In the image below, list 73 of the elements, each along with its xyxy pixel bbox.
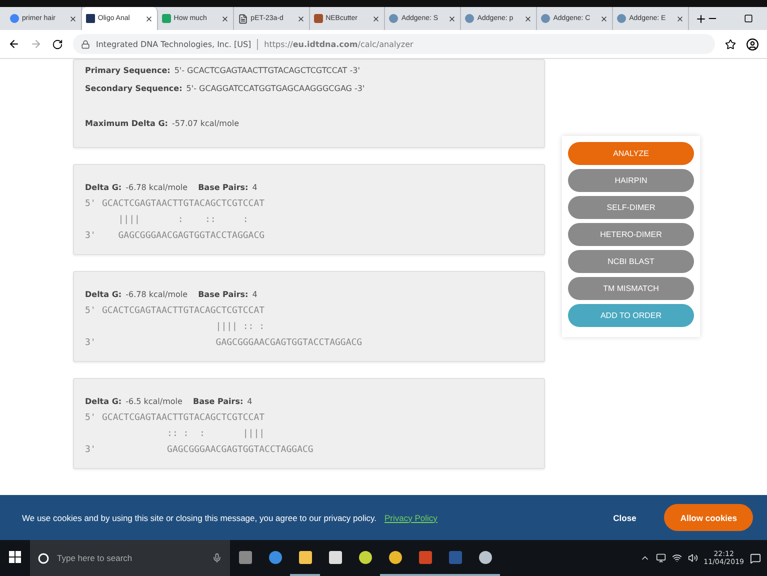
monitor-icon[interactable]: [656, 553, 666, 563]
site-favicon: [541, 14, 550, 23]
search-box[interactable]: Type here to search: [30, 540, 230, 576]
windows-logo-icon[interactable]: [9, 551, 21, 563]
field-value: -6.78 kcal/mole: [126, 183, 188, 192]
document-icon: [238, 14, 248, 24]
field-value: 4: [252, 183, 258, 192]
field-value: 4: [247, 397, 252, 406]
field-value: -6.78 kcal/mole: [126, 290, 188, 299]
strand-end: 5': [85, 199, 97, 209]
field-label: Delta G:: [85, 397, 122, 406]
address-bar[interactable]: Integrated DNA Technologies, Inc. [US] https://eu.idtdna.com/calc/analyzer: [73, 34, 715, 54]
site-favicon: [314, 14, 323, 23]
pairing-marks: :: : : ||||: [166, 429, 265, 439]
cookie-message: We use cookies and by using this site or closing this message, you agree to our privacy policy.: [22, 512, 377, 522]
bookmark-star-icon[interactable]: [725, 38, 736, 50]
close-icon[interactable]: [600, 14, 608, 22]
close-icon[interactable]: [68, 14, 77, 22]
field-value: 4: [252, 290, 258, 299]
field-label: Base Pairs:: [198, 290, 248, 299]
close-button[interactable]: Close: [607, 512, 642, 524]
strand-end: 3': [85, 231, 97, 241]
reload-icon[interactable]: [52, 38, 63, 50]
sequence-text: GCACTCGAGTAACTTGTACAGCTCGTCCAT: [102, 306, 265, 316]
field-value: -57.07 kcal/mole: [172, 119, 240, 128]
close-icon[interactable]: [296, 14, 305, 22]
notification-icon[interactable]: [750, 552, 761, 564]
close-icon[interactable]: [524, 14, 532, 22]
url-text: https://eu.idtdna.com/calc/analyzer: [264, 40, 414, 48]
new-tab-icon[interactable]: [695, 12, 707, 24]
site-favicon: [10, 14, 19, 23]
sequence-text: 5'- GCAGGATCCATGGTGAGCAAGGGCGAG -3': [186, 84, 365, 93]
pairing-marks: |||| : :: :: [117, 215, 248, 225]
close-icon[interactable]: [448, 14, 456, 22]
strand-end: 5': [85, 306, 97, 316]
maximize-icon[interactable]: [744, 14, 753, 23]
sequence-text: GCACTCGAGTAACTTGTACAGCTCGTCCAT: [102, 199, 265, 209]
close-icon[interactable]: [676, 14, 684, 22]
field-label: Secondary Sequence:: [85, 84, 182, 93]
back-icon[interactable]: [8, 38, 20, 50]
search-field[interactable]: Type here to search: [55, 552, 206, 564]
field-label: Base Pairs:: [192, 397, 244, 406]
microphone-icon[interactable]: [212, 553, 222, 563]
site-favicon: [617, 14, 626, 23]
close-icon[interactable]: [220, 14, 229, 22]
strand-end: 5': [85, 413, 97, 423]
network-icon[interactable]: [672, 553, 682, 563]
site-favicon: [162, 14, 171, 23]
strand-end: 3': [85, 445, 97, 455]
site-favicon: [389, 14, 398, 23]
field-label: Primary Sequence:: [85, 66, 170, 75]
field-label: Delta G:: [85, 290, 122, 299]
field-value: -6.5 kcal/mole: [126, 397, 182, 406]
lock-icon: [81, 40, 90, 48]
sequence-text: GAGCGGGAACGAGTGGTACCTAGGACG: [117, 231, 265, 241]
close-icon[interactable]: [144, 14, 153, 22]
field-label: Delta G:: [85, 183, 122, 192]
sequence-text: GAGCGGGAACGAGTGGTACCTAGGACG: [214, 338, 362, 348]
close-icon[interactable]: [372, 14, 380, 22]
sequence-text: 5'- GCACTCGAGTAACTTGTACAGCTCGTCCAT -3': [174, 66, 360, 75]
profile-icon[interactable]: [746, 38, 759, 50]
field-label: Base Pairs:: [198, 183, 248, 192]
site-name: Integrated DNA Technologies, Inc. [US]: [96, 40, 252, 48]
pairing-marks: |||| :: :: [214, 322, 265, 332]
circle-icon: [38, 552, 49, 564]
privacy-policy-link[interactable]: Privacy Policy: [384, 512, 438, 522]
speaker-icon[interactable]: [688, 553, 698, 563]
site-favicon: [465, 14, 474, 23]
sequence-text: GAGCGGGAACGAGTGGTACCTAGGACG: [166, 445, 314, 455]
field-label: Maximum Delta G:: [85, 119, 168, 128]
site-favicon: [86, 14, 95, 23]
strand-end: 3': [85, 338, 97, 348]
sequence-text: GCACTCGAGTAACTTGTACAGCTCGTCCAT: [102, 413, 265, 423]
